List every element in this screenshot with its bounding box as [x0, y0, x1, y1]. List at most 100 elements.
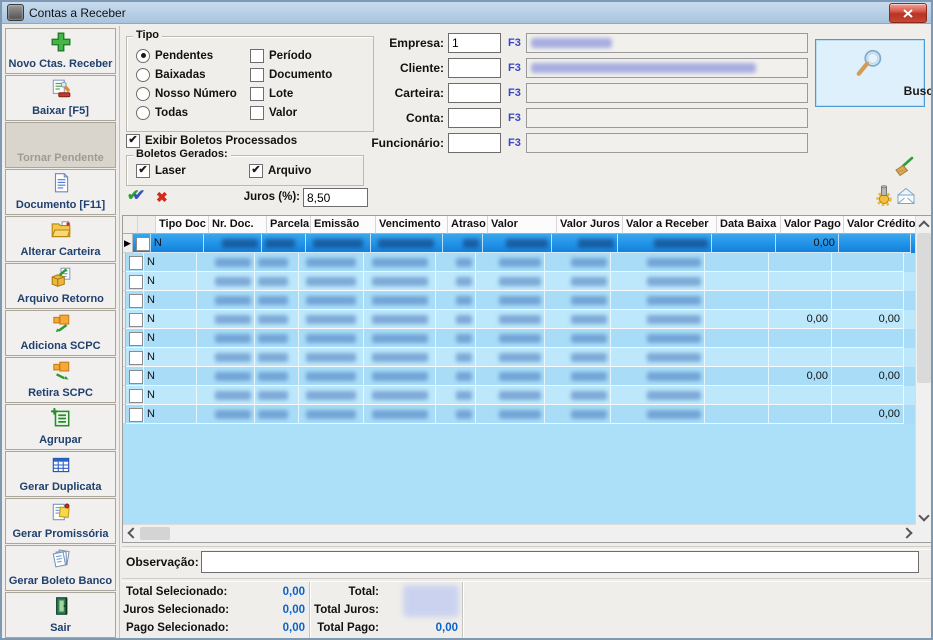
row-select-cell[interactable]	[126, 348, 144, 367]
sidebar-button-gerar-boleto-banco[interactable]: Gerar Boleto Banco	[5, 545, 116, 591]
column-header-valor-credito[interactable]: Valor Crédito	[844, 216, 916, 234]
cell-valor	[476, 367, 545, 386]
row-select-cell[interactable]	[126, 291, 144, 310]
grid-row[interactable]: N	[123, 386, 916, 405]
grid-header: Tipo DocNr. Doc.ParcelaEmissãoVencimento…	[123, 216, 916, 234]
radio-nosso-numero[interactable]: Nosso Número	[136, 84, 237, 103]
cell-valor-juros	[545, 291, 611, 310]
sidebar-button-alterar-carteira[interactable]: Alterar Carteira	[5, 216, 116, 262]
radio-pendentes[interactable]: Pendentes	[136, 46, 237, 65]
sidebar-button-baixar-f5[interactable]: Baixar [F5]	[5, 75, 116, 121]
column-header-valor[interactable]: Valor	[488, 216, 557, 234]
observacao-input[interactable]	[201, 551, 919, 573]
grid-row[interactable]: N	[123, 348, 916, 367]
sidebar-button-agrupar[interactable]: Agrupar	[5, 404, 116, 450]
empresainput[interactable]	[448, 33, 501, 53]
radio-todas[interactable]: Todas	[136, 103, 237, 122]
row-select-cell[interactable]	[126, 367, 144, 386]
confirm-all-button[interactable]: ✔✔	[127, 187, 145, 205]
row-select-cell[interactable]	[126, 272, 144, 291]
sidebar-button-sair[interactable]: Sair	[5, 592, 116, 638]
horizontal-scroll-thumb[interactable]	[140, 527, 170, 540]
checkbox-arquivo[interactable]: Arquivo	[249, 161, 311, 180]
grid-row[interactable]: N	[123, 329, 916, 348]
folder-icon	[50, 219, 72, 243]
row-checkbox[interactable]	[129, 275, 143, 289]
column-header-atraso[interactable]: Atraso	[448, 216, 488, 234]
column-header-valor-juros[interactable]: Valor Juros	[557, 216, 623, 234]
column-header-parcela[interactable]: Parcela	[267, 216, 311, 234]
scroll-right-button[interactable]	[900, 525, 916, 541]
cell-nr-doc	[197, 367, 255, 386]
scroll-up-button[interactable]	[916, 216, 932, 232]
horizontal-scrollbar[interactable]	[123, 524, 916, 542]
row-checkbox[interactable]	[129, 389, 143, 403]
row-checkbox[interactable]	[129, 313, 143, 327]
column-header-data-baixa[interactable]: Data Baixa	[717, 216, 781, 234]
cell-valor-juros	[552, 234, 618, 253]
email-button[interactable]	[895, 185, 917, 212]
row-select-cell[interactable]	[126, 253, 144, 272]
containput[interactable]	[448, 108, 501, 128]
grid-row[interactable]: N	[123, 291, 916, 310]
row-select-cell[interactable]	[126, 405, 144, 424]
grid-row[interactable]: N0,000,00	[123, 310, 916, 329]
carteirainput[interactable]	[448, 83, 501, 103]
sidebar-button-adiciona-scpc[interactable]: Adiciona SCPC	[5, 310, 116, 356]
juros-selecionado-value: 0,00	[245, 604, 305, 616]
checkbox-valor[interactable]: Valor	[250, 103, 332, 122]
row-select-cell[interactable]	[126, 386, 144, 405]
cell-emissao	[299, 291, 364, 310]
grid-row[interactable]: N	[123, 253, 916, 272]
clean-button[interactable]	[891, 156, 915, 185]
cell-tipo-doc: N	[144, 367, 197, 386]
column-header-vencimento[interactable]: Vencimento	[376, 216, 448, 234]
row-select-cell[interactable]	[126, 329, 144, 348]
row-select-cell[interactable]	[133, 234, 151, 253]
clienteinput[interactable]	[448, 58, 501, 78]
vertical-scroll-thumb[interactable]	[917, 233, 931, 383]
funcionarioinput[interactable]	[448, 133, 501, 153]
column-header-valor-pago[interactable]: Valor Pago	[781, 216, 844, 234]
buscar-button[interactable]: Buscar	[815, 39, 925, 107]
row-checkbox[interactable]	[129, 256, 143, 270]
row-checkbox[interactable]	[129, 332, 143, 346]
cell-valor-juros	[545, 386, 611, 405]
row-checkbox[interactable]	[129, 408, 143, 422]
column-header-tipo-doc[interactable]: Tipo Doc	[156, 216, 209, 234]
close-button[interactable]	[889, 3, 927, 23]
sidebar-button-novo-ctas-receber[interactable]: Novo Ctas. Receber	[5, 28, 116, 74]
column-header-emissao[interactable]: Emissão	[311, 216, 376, 234]
sidebar-button-documento-f11[interactable]: Documento [F11]	[5, 169, 116, 215]
checkbox-laser[interactable]: Laser	[136, 161, 186, 180]
row-checkbox[interactable]	[129, 294, 143, 308]
column-header-nr-doc[interactable]: Nr. Doc.	[209, 216, 267, 234]
checkbox-periodo[interactable]: Período	[250, 46, 332, 65]
grid-row[interactable]: N	[123, 272, 916, 291]
checkbox-documento[interactable]: Documento	[250, 65, 332, 84]
seal-button[interactable]	[873, 184, 895, 211]
sidebar-divider	[119, 26, 120, 638]
grid-row[interactable]: N0,000,00	[123, 367, 916, 386]
sidebar-button-gerar-duplicata[interactable]: Gerar Duplicata	[5, 451, 116, 497]
row-select-cell[interactable]	[126, 310, 144, 329]
cancel-button[interactable]: ✖	[156, 189, 168, 206]
grid-row[interactable]: ▶N0,00	[123, 234, 916, 253]
divider-line	[122, 578, 933, 582]
column-header-valor-a-receber[interactable]: Valor a Receber	[623, 216, 717, 234]
checkbox-lote[interactable]: Lote	[250, 84, 332, 103]
radio-baixadas[interactable]: Baixadas	[136, 65, 237, 84]
sidebar-button-arquivo-retorno[interactable]: Arquivo Retorno	[5, 263, 116, 309]
cell-nr-doc	[197, 310, 255, 329]
scroll-down-button[interactable]	[916, 509, 932, 525]
row-checkbox[interactable]	[129, 370, 143, 384]
divider-line	[122, 546, 933, 550]
row-checkbox[interactable]	[129, 351, 143, 365]
sidebar-button-retira-scpc[interactable]: Retira SCPC	[5, 357, 116, 403]
sidebar-button-gerar-promissoria[interactable]: Gerar Promissória	[5, 498, 116, 544]
juros-input[interactable]	[303, 188, 368, 207]
vertical-scrollbar[interactable]	[915, 216, 932, 525]
row-checkbox[interactable]	[136, 237, 150, 251]
grid-row[interactable]: N0,00	[123, 405, 916, 424]
scroll-left-button[interactable]	[123, 525, 139, 541]
